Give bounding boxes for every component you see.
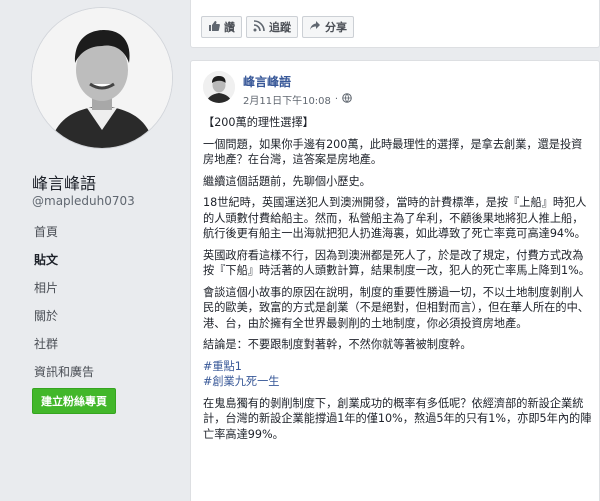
post-paragraph: 一個問題，如果你手邊有200萬，此時最理性的選擇，是拿去創業，還是投資房地產？在… <box>203 137 583 167</box>
thumbs-up-icon <box>208 20 220 35</box>
page-name[interactable]: 峰言峰語 <box>32 170 96 194</box>
nav-item-home[interactable]: 首頁 <box>26 218 176 246</box>
globe-icon <box>342 93 352 106</box>
post-paragraph: 繼續這個話題前，先聊個小歷史。 <box>203 174 371 188</box>
page-sidebar: 峰言峰語 @mapleduh0703 首頁 貼文 相片 關於 社群 資訊和廣告 … <box>0 0 185 501</box>
nav-item-community[interactable]: 社群 <box>26 330 176 358</box>
nav-item-info-and-ads[interactable]: 資訊和廣告 <box>26 358 176 386</box>
post-paragraph: 會談這個小故事的原因在說明，制度的重要性勝過一切，不以土地制度剝削人民的歐美，致… <box>203 285 589 330</box>
share-label: 分享 <box>325 21 347 34</box>
post-title: 【200萬的理性選擇】 <box>203 116 314 129</box>
post-paragraph: 18世紀時，英國運送犯人到澳洲開發，當時的計費標準，是按『上船』時犯人的人頭數付… <box>203 196 587 240</box>
post-card: 峰言峰語 2月11日下午10:08 · 【200萬的理性選擇】 一個問題，如果你… <box>190 60 600 501</box>
post-author-avatar[interactable] <box>203 71 235 103</box>
post-paragraph: 結論是：不要跟制度對著幹，不然你就等著被制度幹。 <box>203 338 472 351</box>
post-timestamp[interactable]: 2月11日下午10:08 <box>243 92 331 107</box>
hashtag-link[interactable]: #創業九死一生 <box>203 375 280 388</box>
share-arrow-icon <box>309 20 321 35</box>
follow-button[interactable]: 追蹤 <box>246 16 298 38</box>
page-profile-picture[interactable] <box>32 8 172 148</box>
post-paragraph: 在鬼島獨有的剝削制度下，創業成功的概率有多低呢？依經濟部的新設企業統計，台灣的新… <box>203 396 592 441</box>
meta-separator: · <box>334 94 339 105</box>
nav-item-photos[interactable]: 相片 <box>26 274 176 302</box>
like-label: 讚 <box>224 21 235 34</box>
rss-icon <box>253 19 265 35</box>
nav-item-about[interactable]: 關於 <box>26 302 176 330</box>
post-body: 【200萬的理性選擇】 一個問題，如果你手邊有200萬，此時最理性的選擇，是拿去… <box>203 115 593 448</box>
like-button[interactable]: 讚 <box>201 16 242 38</box>
page-handle[interactable]: @mapleduh0703 <box>32 194 135 208</box>
nav-item-posts[interactable]: 貼文 <box>26 246 176 274</box>
create-page-button[interactable]: 建立粉絲專頁 <box>32 388 116 414</box>
follow-label: 追蹤 <box>269 21 291 34</box>
post-author-name[interactable]: 峰言峰語 <box>243 73 291 90</box>
share-button[interactable]: 分享 <box>302 16 354 38</box>
page-actions-card: 讚 追蹤 分享 <box>190 0 600 48</box>
post-paragraph: 英國政府看這樣不行，因為到澳洲都是死人了，於是改了規定，付費方式改為按『下船』時… <box>203 248 590 278</box>
post-meta: 2月11日下午10:08 · <box>243 92 352 107</box>
hashtag-link[interactable]: #重點1 <box>203 360 242 373</box>
page-nav: 首頁 貼文 相片 關於 社群 資訊和廣告 <box>26 218 176 386</box>
